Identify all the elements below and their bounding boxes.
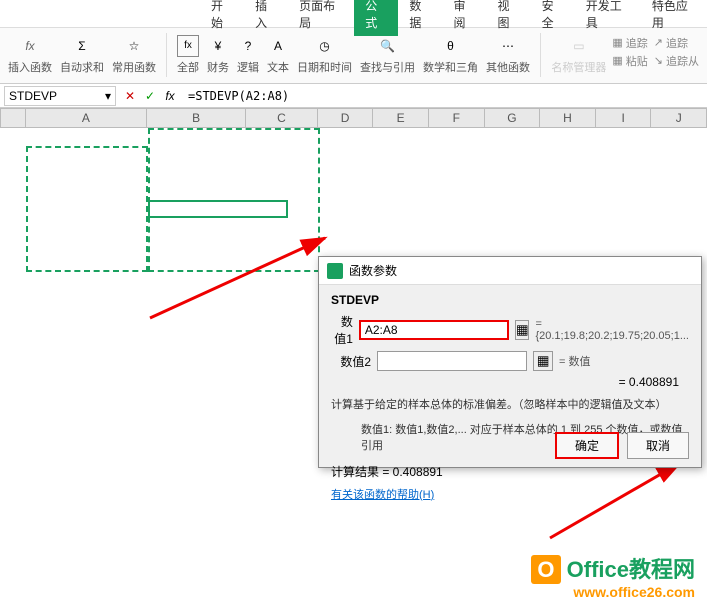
selection-marquee (26, 146, 148, 272)
result-equals: = 0.408891 (331, 375, 689, 389)
param1-result: = {20.1;19.8;20.2;19.75;20.05;1... (535, 318, 689, 342)
other-func-button[interactable]: ⋯ 其他函数 (486, 35, 530, 75)
all-func-button[interactable]: fx 全部 (177, 35, 199, 75)
paste-icon: ▦ (612, 54, 622, 67)
annotation-arrow-1 (140, 228, 340, 328)
function-arguments-dialog: 函数参数 STDEVP 数值1 ▦ = {20.1;19.8;20.2;19.7… (318, 256, 702, 468)
dialog-title: 函数参数 (349, 262, 397, 279)
col-header-H[interactable]: H (540, 108, 596, 128)
param2-result: = 数值 (559, 353, 590, 369)
col-header-G[interactable]: G (485, 108, 541, 128)
ok-button[interactable]: 确定 (555, 432, 619, 459)
trace-item[interactable]: ↗追踪 (654, 35, 699, 51)
tab-security[interactable]: 安全 (531, 0, 575, 36)
tab-start[interactable]: 开始 (200, 0, 244, 36)
autosum-button[interactable]: Σ 自动求和 (60, 35, 104, 75)
range-select-button[interactable]: ▦ (515, 320, 530, 340)
tab-review[interactable]: 审阅 (442, 0, 486, 36)
sigma-icon: Σ (71, 35, 93, 57)
common-func-button[interactable]: ☆ 常用函数 (112, 35, 156, 75)
logic-button[interactable]: ? 逻辑 (237, 35, 259, 75)
tab-formula[interactable]: 公式 (354, 0, 398, 36)
fx-icon: fx (19, 35, 41, 57)
paste-item[interactable]: ▦追踪 (612, 35, 647, 51)
trace2-item[interactable]: ↘追踪从 (654, 53, 699, 69)
name-box[interactable]: STDEVP▾ (4, 86, 116, 106)
dropdown-icon[interactable]: ▾ (105, 89, 111, 103)
confirm-icon[interactable]: ✓ (142, 88, 158, 104)
separator (166, 33, 167, 77)
tab-layout[interactable]: 页面布局 (288, 0, 354, 36)
paste-icon: ▦ (612, 36, 622, 49)
tab-data[interactable]: 数据 (398, 0, 442, 36)
money-icon: ¥ (207, 35, 229, 57)
range-select-button-2[interactable]: ▦ (533, 351, 553, 371)
col-header-J[interactable]: J (651, 108, 707, 128)
param1-label: 数值1 (331, 313, 353, 347)
col-header-I[interactable]: I (596, 108, 652, 128)
question-icon: ? (237, 35, 259, 57)
watermark: O Office教程网 www.office26.com (531, 552, 695, 600)
clock-icon: ◷ (314, 35, 336, 57)
cancel-button[interactable]: 取消 (627, 432, 689, 459)
col-header-E[interactable]: E (373, 108, 429, 128)
select-all-corner[interactable] (0, 108, 26, 128)
col-header-D[interactable]: D (318, 108, 374, 128)
math-button[interactable]: θ 数学和三角 (423, 35, 478, 75)
col-header-F[interactable]: F (429, 108, 485, 128)
finance-button[interactable]: ¥ 财务 (207, 35, 229, 75)
text-button[interactable]: A 文本 (267, 35, 289, 75)
search-icon: 🔍 (377, 35, 399, 57)
tab-insert[interactable]: 插入 (244, 0, 288, 36)
tab-special[interactable]: 特色应用 (641, 0, 707, 36)
separator (540, 33, 541, 77)
calc-result: 计算结果 = 0.408891 (331, 463, 689, 480)
function-name: STDEVP (331, 293, 689, 307)
text-icon: A (267, 35, 289, 57)
function-description: 计算基于给定的样本总体的标准偏差。（忽略样本中的逻辑值及文本） (331, 397, 689, 414)
cancel-icon[interactable]: ✕ (122, 88, 138, 104)
paste-name[interactable]: ▦粘贴 (612, 53, 647, 69)
trace-icon: ↗ (654, 36, 663, 49)
fx-icon[interactable]: fx (162, 88, 178, 104)
tab-dev[interactable]: 开发工具 (575, 0, 641, 36)
formula-input[interactable] (184, 89, 707, 103)
watermark-logo: O (531, 555, 560, 584)
theta-icon: θ (440, 35, 462, 57)
watermark-url: www.office26.com (531, 584, 695, 600)
lookup-button[interactable]: 🔍 查找与引用 (360, 35, 415, 75)
datetime-button[interactable]: ◷ 日期和时间 (297, 35, 352, 75)
name-manager-button[interactable]: ▭ 名称管理器 (551, 35, 606, 75)
dots-icon: ⋯ (497, 35, 519, 57)
tab-view[interactable]: 视图 (487, 0, 531, 36)
star-icon: ☆ (123, 35, 145, 57)
dialog-titlebar[interactable]: 函数参数 (319, 257, 701, 285)
dialog-app-icon (327, 263, 343, 279)
selection-range-2 (148, 128, 320, 272)
param2-label: 数值2 (331, 353, 371, 370)
col-header-B[interactable]: B (147, 108, 246, 128)
formula-bar: STDEVP▾ ✕ ✓ fx (0, 84, 707, 108)
ribbon-tabs: 开始 插入 页面布局 公式 数据 审阅 视图 安全 开发工具 特色应用 (0, 0, 707, 28)
editing-cell-border (148, 200, 288, 218)
fx-box-icon: fx (177, 35, 199, 57)
col-header-A[interactable]: A (26, 108, 147, 128)
help-link[interactable]: 有关该函数的帮助(H) (331, 489, 434, 501)
tag-icon: ▭ (568, 35, 590, 57)
param1-input[interactable] (359, 320, 509, 340)
col-header-C[interactable]: C (246, 108, 318, 128)
param2-input[interactable] (377, 351, 527, 371)
insert-function-button[interactable]: fx 插入函数 (8, 35, 52, 75)
trace-icon: ↘ (654, 54, 663, 67)
